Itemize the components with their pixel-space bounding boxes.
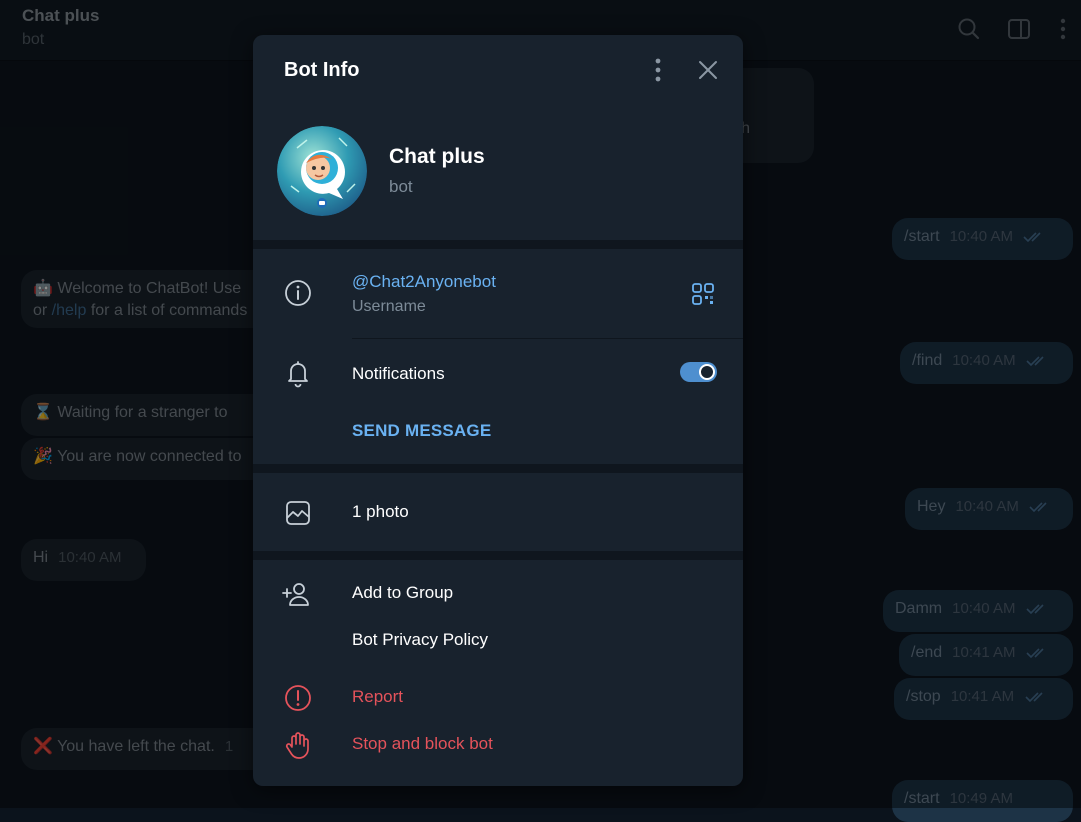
photos-link[interactable]: 1 photo: [352, 502, 409, 522]
toggle-knob: [699, 364, 715, 380]
close-icon[interactable]: [694, 56, 722, 84]
username-label: Username: [352, 298, 426, 315]
stop-block-bot-button[interactable]: Stop and block bot: [352, 734, 493, 754]
section-divider: [253, 240, 743, 249]
dialog-header: Bot Info: [253, 35, 743, 105]
report-icon: [285, 685, 311, 711]
privacy-policy-button[interactable]: Bot Privacy Policy: [352, 630, 488, 650]
username-value[interactable]: @Chat2Anyonebot: [352, 272, 496, 292]
hand-stop-icon: [285, 732, 309, 759]
notifications-label: Notifications: [352, 364, 445, 383]
qr-code-icon[interactable]: [688, 279, 718, 309]
add-user-icon: [282, 583, 309, 606]
bot-avatar[interactable]: [277, 126, 367, 216]
section-divider: [253, 464, 743, 473]
report-button[interactable]: Report: [352, 687, 403, 707]
info-icon: [285, 280, 311, 306]
section-divider: [253, 551, 743, 560]
bell-icon: [288, 361, 308, 388]
more-vertical-icon[interactable]: [644, 56, 672, 84]
row-separator: [352, 338, 743, 339]
image-icon: [286, 501, 310, 525]
dialog-title: Bot Info: [284, 59, 360, 81]
add-to-group-button[interactable]: Add to Group: [352, 583, 453, 603]
notifications-toggle[interactable]: [680, 362, 717, 382]
send-message-button[interactable]: SEND MESSAGE: [352, 421, 491, 441]
bot-name: Chat plus: [389, 145, 485, 168]
bot-type: bot: [389, 177, 413, 196]
bot-info-dialog: Bot Info Chat plus bot @Chat2Anyonebot U…: [253, 35, 743, 786]
